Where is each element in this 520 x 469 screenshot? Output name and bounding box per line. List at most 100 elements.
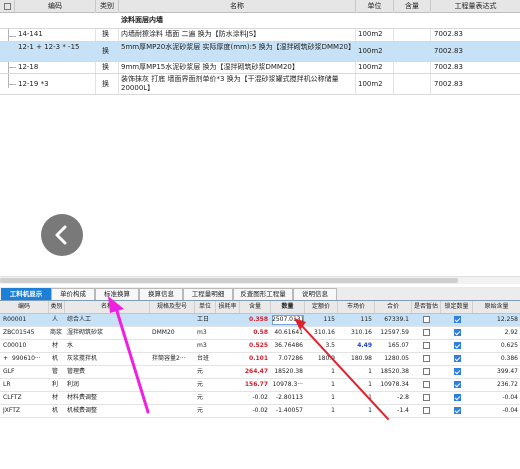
rc-content[interactable]: 0.525: [240, 340, 268, 352]
rc-market-price[interactable]: 1: [338, 392, 372, 404]
back-button[interactable]: [41, 214, 83, 256]
rc-category: 材: [52, 394, 59, 401]
rh-content[interactable]: 含量: [240, 301, 271, 313]
rc-market-price[interactable]: 310.16: [338, 327, 372, 339]
header-unit[interactable]: 单位: [356, 0, 394, 12]
provisional-checkbox[interactable]: [423, 342, 430, 349]
rc-content[interactable]: 0.101: [240, 353, 268, 365]
quota-row[interactable]: 14-141 换 内墙耐擦涂料 墙面 二遍 换为【防水涂料JS】 100m2 7…: [0, 29, 520, 42]
provisional-checkbox[interactable]: [423, 394, 430, 401]
rh-code[interactable]: 编码: [0, 301, 49, 313]
rh-market-price[interactable]: 市场价: [338, 301, 375, 313]
lock-checkbox[interactable]: [454, 381, 461, 388]
rc-market-price[interactable]: 1: [338, 379, 372, 391]
rc-quantity[interactable]: -2.80113: [272, 392, 303, 404]
rc-quantity[interactable]: -1.40057: [272, 405, 303, 417]
provisional-checkbox[interactable]: [423, 368, 430, 375]
rc-market-price[interactable]: 4.49: [338, 340, 372, 352]
rh-original-content[interactable]: 原始含量: [473, 301, 520, 313]
expand-toggle[interactable]: +: [3, 353, 11, 365]
rc-content[interactable]: -0.02: [240, 405, 268, 417]
resource-row[interactable]: C00010 材 水 m3 0.525 36.76486 3.5 4.49 16…: [0, 340, 520, 353]
rc-market-price[interactable]: 180.98: [338, 353, 372, 365]
rc-content[interactable]: 156.77: [240, 379, 268, 391]
provisional-checkbox[interactable]: [423, 355, 430, 362]
rc-total: 10978.34: [380, 381, 409, 388]
resource-row[interactable]: JXFTZ 机 机械费调整 元 -0.02 -1.40057 1 1 -1.4 …: [0, 405, 520, 418]
rc-category: 机: [52, 407, 59, 414]
rc-content[interactable]: 0.58: [240, 327, 268, 339]
rc-spec: 拌筒容量2···: [152, 355, 186, 362]
rc-category: 材: [52, 342, 59, 349]
rc-content[interactable]: 0.358: [240, 314, 268, 326]
rh-name[interactable]: 名称: [65, 301, 150, 313]
rc-market-price[interactable]: 1: [338, 366, 372, 378]
rh-unit[interactable]: 单位: [195, 301, 216, 313]
lock-checkbox[interactable]: [454, 316, 461, 323]
rc-total: -1.4: [397, 407, 409, 414]
lock-checkbox[interactable]: [454, 329, 461, 336]
rc-content[interactable]: 264.47: [240, 366, 268, 378]
rh-base-price[interactable]: 定额价: [305, 301, 338, 313]
quota-row-group[interactable]: 涂料面层内墙: [0, 13, 520, 29]
rc-quantity[interactable]: 7.07286: [272, 353, 303, 365]
header-collapse[interactable]: [0, 0, 15, 12]
rc-market-price[interactable]: 115: [338, 314, 372, 326]
rh-category[interactable]: 类别: [49, 301, 65, 313]
tab-quantity-detail[interactable]: 工程量明细: [183, 288, 233, 300]
rc-quantity[interactable]: 2507.0131: [272, 314, 303, 326]
lock-checkbox[interactable]: [454, 368, 461, 375]
resource-row[interactable]: ZBC01545 商浆 湿拌砌筑砂浆 DMM20 m3 0.58 40.6164…: [0, 327, 520, 340]
rc-quantity[interactable]: 10978.3···: [272, 379, 303, 391]
horizontal-scrollbar[interactable]: [0, 276, 520, 284]
resource-row[interactable]: CLFTZ 材 材料费调整 元 -0.02 -2.80113 1 1 -2.8 …: [0, 392, 520, 405]
tab-conversion-info[interactable]: 换算信息: [139, 288, 183, 300]
header-category[interactable]: 类别: [96, 0, 119, 12]
row-quantity-expr[interactable]: 7002.83: [434, 29, 514, 40]
row-quantity-expr[interactable]: 7002.83: [434, 42, 514, 61]
header-quantity-expr[interactable]: 工程量表达式: [431, 0, 520, 12]
lock-checkbox[interactable]: [454, 342, 461, 349]
lock-checkbox[interactable]: [454, 355, 461, 362]
tab-standard-conversion[interactable]: 标准换算: [95, 288, 139, 300]
row-quantity-expr[interactable]: 7002.83: [434, 62, 514, 73]
row-quantity-expr[interactable]: 7002.83: [434, 74, 514, 94]
resource-row[interactable]: LR 利 利润 元 156.77 10978.3··· 1 1 10978.34…: [0, 379, 520, 392]
row-category: 换: [102, 63, 109, 71]
rh-total[interactable]: 合价: [375, 301, 412, 313]
lock-checkbox[interactable]: [454, 407, 461, 414]
tab-unit-price[interactable]: 单价构成: [51, 288, 95, 300]
provisional-checkbox[interactable]: [423, 316, 430, 323]
rc-name: 灰浆搅拌机: [67, 355, 98, 362]
rc-content[interactable]: -0.02: [240, 392, 268, 404]
quota-row[interactable]: 12-18 换 9mm厚MP15水泥砂浆层 换为【湿拌砌筑砂浆DMM20】 10…: [0, 62, 520, 74]
rc-spec: DMM20: [152, 329, 175, 336]
tab-resource-display[interactable]: 工料机显示: [1, 288, 51, 300]
provisional-checkbox[interactable]: [423, 381, 430, 388]
rc-market-price[interactable]: 1: [338, 405, 372, 417]
header-code[interactable]: 编码: [15, 0, 96, 12]
rc-quantity[interactable]: 36.76486: [272, 340, 303, 352]
rc-quantity[interactable]: 40.61641: [272, 327, 303, 339]
resource-row[interactable]: R00001 人 综合人工 工日 0.358 2507.0131 115 115…: [0, 314, 520, 327]
provisional-checkbox[interactable]: [423, 329, 430, 336]
quota-row[interactable]: 12-19 *3 换 装饰抹灰 打底 墙面界面剂单价*3 换为【干混砂浆罐式搅拌…: [0, 74, 520, 95]
scrollbar-thumb[interactable]: [0, 278, 458, 283]
rh-is-provisional[interactable]: 是否暂估: [412, 301, 441, 313]
provisional-checkbox[interactable]: [423, 407, 430, 414]
resource-row[interactable]: + 990610··· 机 灰浆搅拌机 拌筒容量2··· 台班 0.101 7.…: [0, 353, 520, 366]
rh-quantity[interactable]: 数量: [271, 301, 305, 313]
tab-description[interactable]: 说明信息: [293, 288, 337, 300]
header-name[interactable]: 名称: [119, 0, 356, 12]
quota-row-selected[interactable]: 12-1 + 12-3 * -15 换 5mm厚MP20水泥砂浆层 实际厚度(m…: [0, 42, 520, 62]
rc-quantity[interactable]: 18520.38: [272, 366, 303, 378]
tab-reverse-graphic[interactable]: 反查图形工程量: [233, 288, 293, 300]
lock-checkbox[interactable]: [454, 394, 461, 401]
rh-lock-qty[interactable]: 锁定数量: [441, 301, 473, 313]
rh-spec[interactable]: 规格及型号: [150, 301, 195, 313]
rc-original-content: -0.04: [502, 394, 518, 401]
resource-row[interactable]: GLF 管 管理费 元 264.47 18520.38 1 1 18520.38…: [0, 366, 520, 379]
rh-loss[interactable]: 损耗率: [216, 301, 240, 313]
header-content[interactable]: 含量: [394, 0, 431, 12]
row-code: 12-1 + 12-3 * -15: [18, 43, 80, 51]
